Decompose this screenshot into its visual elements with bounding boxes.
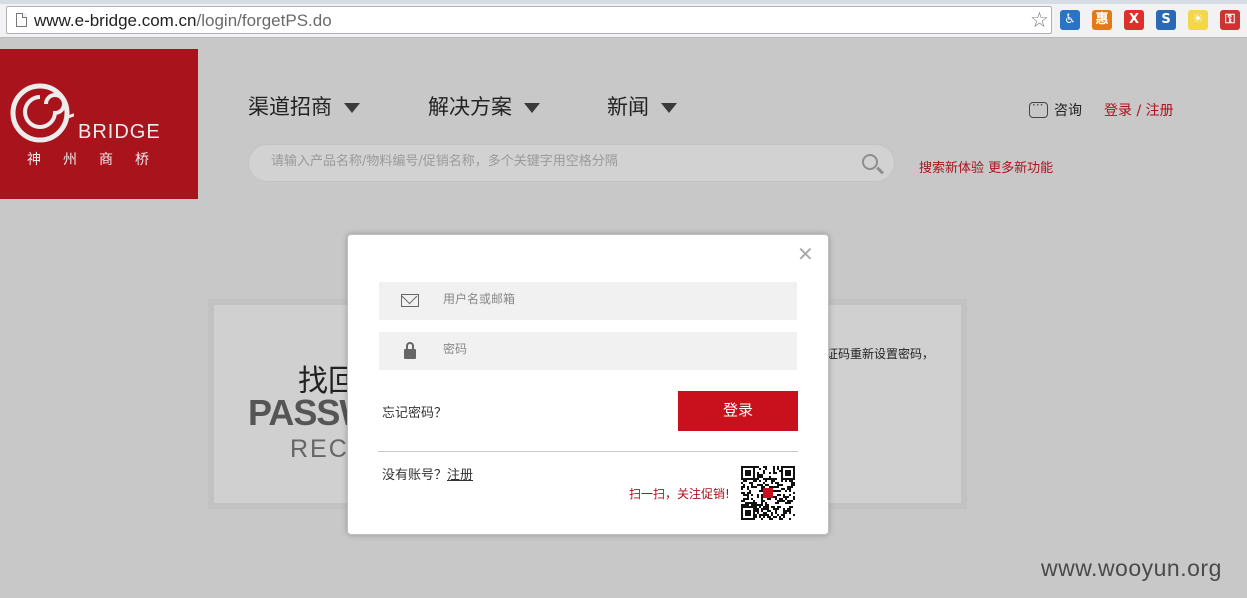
recovery-instructions: 证码重新设置密码， [826,347,935,361]
address-bar[interactable]: www.e-bridge.com.cn/login/forgetPS.do ☆ [6,6,1052,34]
bookmark-star-icon[interactable]: ☆ [1030,8,1049,32]
url-text[interactable]: www.e-bridge.com.cn/login/forgetPS.do [34,11,332,31]
sun-icon[interactable]: ☀ [1188,10,1208,30]
no-account-text: 没有账号？注册 [382,464,473,483]
search-input[interactable] [271,154,851,169]
browser-toolbar: www.e-bridge.com.cn/login/forgetPS.do ☆ … [0,0,1247,38]
username-input[interactable] [443,292,773,306]
divider [378,451,798,452]
password-field [379,332,797,370]
search-promo-link[interactable]: 搜索新体验 更多新功能 [919,157,1053,176]
forgot-password-link[interactable]: 忘记密码？ [382,402,447,421]
watermark: www.wooyun.org [1041,555,1222,581]
nav-label: 解决方案 [428,95,512,119]
qr-code [741,466,795,520]
scan-prompt: 扫一扫，关注促销! [629,487,730,501]
nav-news[interactable]: 新闻 [607,91,677,121]
search-bar [248,144,895,182]
x-icon[interactable]: X [1124,10,1144,30]
logo-wordmark: BRIDGE [78,121,161,143]
chevron-down-icon [344,103,360,113]
lock-icon [404,342,416,359]
nav-label: 新闻 [607,95,649,119]
site-logo[interactable]: BRIDGE 神州商桥 [0,49,198,199]
logo-chinese-name: 神州商桥 [27,152,171,168]
chat-bubble-icon[interactable] [1029,98,1048,118]
login-button[interactable]: 登录 [678,391,798,431]
username-field [379,282,797,320]
accessibility-icon[interactable]: ♿ [1060,10,1080,30]
key-icon[interactable]: ⚿ [1220,10,1240,30]
url-path: /login/forgetPS.do [196,11,332,30]
url-host: www.e-bridge.com.cn [34,11,197,30]
no-account-label: 没有账号？ [382,468,448,483]
login-register-link[interactable]: 登录 / 注册 [1104,100,1174,120]
close-icon[interactable]: ✕ [797,244,814,264]
register-link[interactable]: 注册 [447,468,473,483]
tab-strip [0,0,1247,4]
page-icon [16,13,27,27]
nav-label: 渠道招商 [248,95,332,119]
nav-solutions[interactable]: 解决方案 [428,91,540,121]
nav-channel-recruit[interactable]: 渠道招商 [248,91,360,121]
hui-icon[interactable]: 惠 [1092,10,1112,30]
s-icon[interactable]: S [1156,10,1176,30]
search-icon[interactable] [862,154,878,170]
chevron-down-icon [661,103,677,113]
chevron-down-icon [524,103,540,113]
consult-link[interactable]: 咨询 [1054,100,1082,120]
logo-swirl-icon [10,83,74,143]
password-input[interactable] [443,342,773,356]
envelope-icon [401,294,419,307]
